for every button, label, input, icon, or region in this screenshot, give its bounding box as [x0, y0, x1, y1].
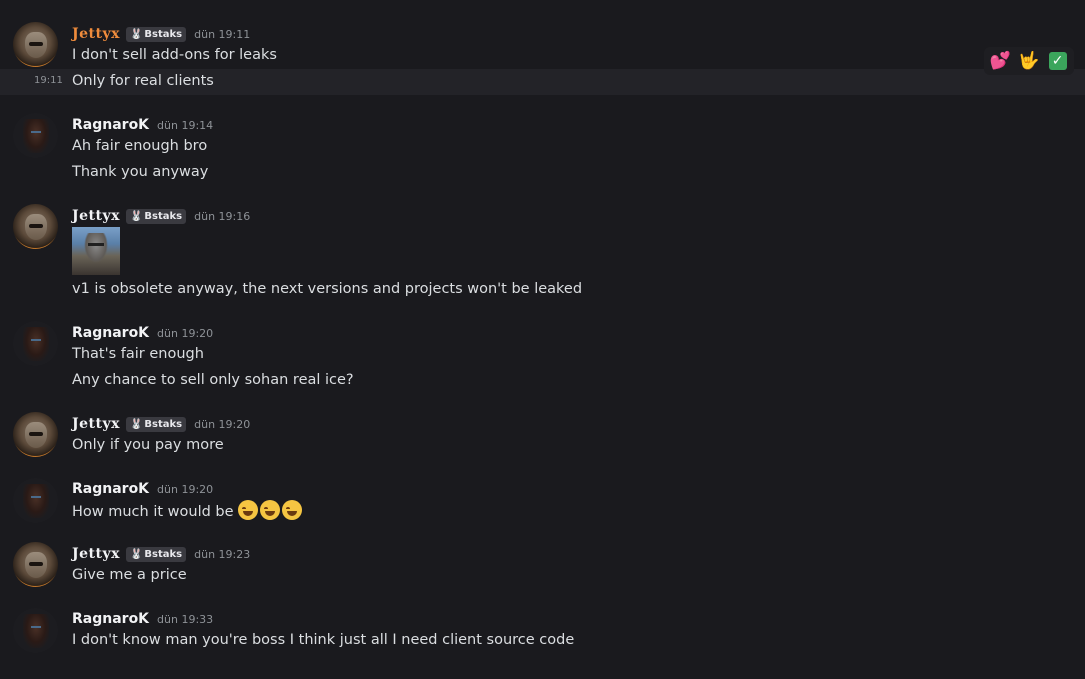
message-timestamp[interactable]: dün 19:33 — [157, 613, 213, 626]
chat-message-list: Jettyx 🐰 Bstaks dün 19:11 I don't sell ad… — [0, 0, 1085, 679]
author-name[interactable]: Jettyx — [72, 208, 120, 224]
joy-emoji-icon — [238, 500, 259, 520]
message-text: Thank you anyway — [72, 164, 209, 180]
author-name[interactable]: RagnaroK — [72, 325, 149, 341]
joy-emoji-icon — [282, 500, 303, 520]
message-header: Jettyx 🐰 Bstaks dün 19:23 — [72, 544, 250, 564]
reaction-glyph: 🤟 — [1018, 51, 1040, 71]
bunny-icon: 🐰 — [129, 28, 143, 40]
joy-emoji-icon — [260, 500, 281, 520]
message-text: Ah fair enough bro — [72, 138, 208, 154]
message-text: That's fair enough — [72, 346, 204, 362]
message-header: Jettyx 🐰 Bstaks dün 19:16 — [72, 206, 250, 226]
image-attachment[interactable] — [72, 227, 120, 275]
jettyx-avatar[interactable] — [13, 22, 58, 67]
message-timestamp[interactable]: dün 19:23 — [194, 548, 250, 561]
message-line: How much it would be — [72, 500, 304, 522]
message-side-timestamp[interactable]: 19:11 — [34, 71, 63, 91]
message-timestamp[interactable]: dün 19:16 — [194, 210, 250, 223]
server-tag-label: Bstaks — [144, 210, 183, 222]
jettyx-avatar[interactable] — [13, 412, 58, 457]
message-text: How much it would be — [72, 504, 234, 520]
message-header: RagnaroK dün 19:14 — [72, 115, 213, 135]
message-text: I don't sell add-ons for leaks — [72, 47, 277, 63]
message-header: RagnaroK dün 19:20 — [72, 323, 213, 343]
bunny-icon: 🐰 — [129, 418, 143, 430]
heart-icon[interactable]: 💕 — [989, 50, 1011, 72]
message-header: Jettyx 🐰 Bstaks dün 19:20 — [72, 414, 250, 434]
author-name[interactable]: Jettyx — [72, 26, 120, 42]
message-text: Only if you pay more — [72, 437, 224, 453]
ragnarok-avatar[interactable] — [13, 113, 58, 158]
reaction-glyph: 💕 — [989, 51, 1011, 71]
ragnarok-avatar[interactable] — [13, 321, 58, 366]
author-name[interactable]: RagnaroK — [72, 481, 149, 497]
reaction-glyph: ✓ — [1048, 52, 1067, 70]
message-text: Only for real clients — [72, 73, 214, 89]
ragnarok-avatar[interactable] — [13, 608, 58, 653]
author-name[interactable]: Jettyx — [72, 416, 120, 432]
message-timestamp[interactable]: dün 19:14 — [157, 119, 213, 132]
message-reactions: 💕 🤟 ✓ — [984, 47, 1074, 75]
server-tag-badge[interactable]: 🐰 Bstaks — [125, 208, 187, 224]
message-header: RagnaroK dün 19:33 — [72, 609, 213, 629]
jettyx-avatar[interactable] — [13, 542, 58, 587]
message-header: RagnaroK dün 19:20 — [72, 479, 213, 499]
server-tag-label: Bstaks — [144, 28, 183, 40]
server-tag-badge[interactable]: 🐰 Bstaks — [125, 26, 187, 42]
server-tag-label: Bstaks — [144, 418, 183, 430]
message-timestamp[interactable]: dün 19:20 — [157, 483, 213, 496]
jettyx-avatar[interactable] — [13, 204, 58, 249]
server-tag-badge[interactable]: 🐰 Bstaks — [125, 416, 187, 432]
message-text: Give me a price — [72, 567, 187, 583]
check-icon[interactable]: ✓ — [1047, 50, 1069, 72]
message-text: Any chance to sell only sohan real ice? — [72, 372, 354, 388]
author-name[interactable]: Jettyx — [72, 546, 120, 562]
message-timestamp[interactable]: dün 19:20 — [157, 327, 213, 340]
author-name[interactable]: RagnaroK — [72, 611, 149, 627]
server-tag-badge[interactable]: 🐰 Bstaks — [125, 546, 187, 562]
author-name[interactable]: RagnaroK — [72, 117, 149, 133]
server-tag-label: Bstaks — [144, 548, 183, 560]
message-timestamp[interactable]: dün 19:20 — [194, 418, 250, 431]
bunny-icon: 🐰 — [129, 548, 143, 560]
rock-hand-icon[interactable]: 🤟 — [1018, 50, 1040, 72]
bunny-icon: 🐰 — [129, 210, 143, 222]
ragnarok-avatar[interactable] — [13, 478, 58, 523]
message-text: I don't know man you're boss I think jus… — [72, 632, 575, 648]
message-timestamp[interactable]: dün 19:11 — [194, 28, 250, 41]
message-text: v1 is obsolete anyway, the next versions… — [72, 281, 583, 297]
message-header: Jettyx 🐰 Bstaks dün 19:11 — [72, 24, 250, 44]
